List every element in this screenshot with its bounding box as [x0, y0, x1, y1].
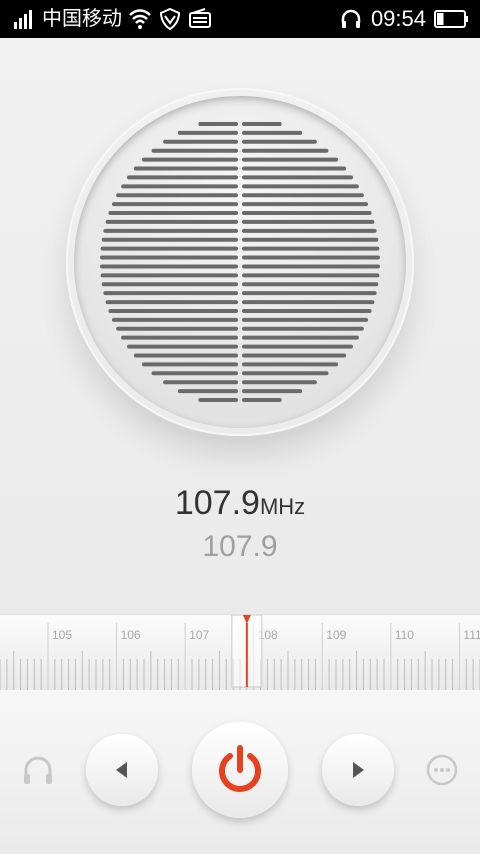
dial-label: 105: [52, 628, 72, 642]
dial-label: 110: [395, 628, 414, 642]
dial-label: 107: [189, 628, 209, 642]
more-icon[interactable]: [424, 752, 460, 788]
station-name: 107.9: [202, 530, 278, 563]
prev-station-button[interactable]: [86, 734, 158, 806]
dial-label: 109: [326, 628, 346, 642]
clock: 09:54: [370, 6, 426, 31]
radio-icon: [189, 8, 211, 28]
power-button[interactable]: [192, 722, 288, 818]
dial-label: 111: [463, 628, 480, 642]
battery-icon: [434, 10, 468, 28]
control-bar: [0, 690, 480, 854]
battery-level: [437, 13, 444, 25]
speaker-grille-icon: [100, 122, 380, 402]
tuning-scale[interactable]: 105 106 107 108 109 110 111: [0, 614, 480, 691]
dial-label: 106: [121, 628, 141, 642]
signal-icon: [14, 10, 32, 29]
status-bar: 中国移动 09:54: [0, 0, 480, 38]
tuning-dial[interactable]: 105 106 107 108 109 110 111: [0, 614, 480, 691]
next-station-button[interactable]: [322, 734, 394, 806]
speaker-grille-outer: [66, 88, 414, 436]
headphones-icon: [341, 9, 361, 28]
prev-icon: [116, 762, 127, 778]
radio-screen: 107.9MHz 107.9 105 106 107 108 109 110 111: [0, 38, 480, 854]
frequency-value: 107.9: [174, 484, 260, 522]
carrier-name: 中国移动: [42, 8, 122, 30]
next-icon: [353, 762, 364, 778]
power-icon: [219, 745, 261, 792]
speaker-grille: [74, 96, 406, 428]
wifi-icon: [129, 9, 151, 29]
headset-icon[interactable]: [20, 752, 56, 788]
frequency-unit: MHz: [259, 494, 306, 519]
frequency-display: 107.9MHz: [0, 484, 480, 523]
status-left: 中国移动: [12, 6, 212, 32]
status-right: 09:54: [339, 6, 470, 32]
shield-icon: [159, 7, 181, 31]
